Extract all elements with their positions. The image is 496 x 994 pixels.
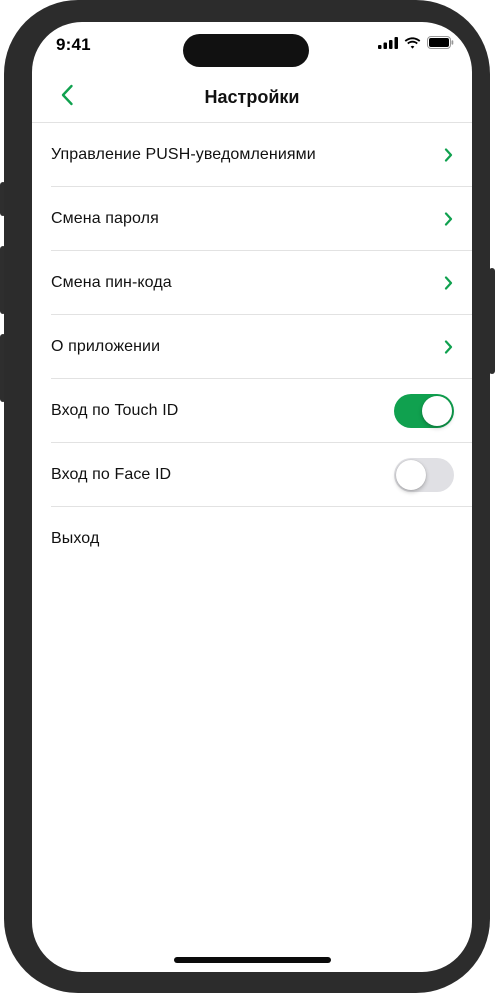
chevron-right-icon [442,147,454,163]
logout-label: Выход [51,529,100,547]
dynamic-island [183,34,309,67]
status-icons [378,36,454,54]
settings-item-label: Смена пароля [51,209,159,227]
settings-item-touch-id: Вход по Touch ID [51,379,472,443]
signal-icon [378,36,398,54]
settings-item-face-id: Вход по Face ID [51,443,472,507]
settings-item-label: Смена пин-кода [51,273,172,291]
home-indicator[interactable] [174,957,331,963]
settings-item-label: О приложении [51,337,161,355]
settings-item-label: Управление PUSH-уведомлениями [51,145,316,163]
page-title: Настройки [204,87,300,107]
chevron-right-icon [442,339,454,355]
chevron-right-icon [442,211,454,227]
touch-id-toggle[interactable] [394,393,454,428]
wifi-icon [404,36,421,54]
settings-item-about-app[interactable]: О приложении [51,315,472,379]
settings-item-change-password[interactable]: Смена пароля [51,187,472,251]
settings-item-label: Вход по Face ID [51,465,172,483]
toggle-knob [396,459,426,490]
chevron-right-icon [442,275,454,291]
status-bar: 9:41 [32,22,472,72]
settings-list: Управление PUSH-уведомлениями Смена паро… [32,123,472,570]
settings-item-push-notifications[interactable]: Управление PUSH-уведомлениями [51,123,472,187]
battery-icon [427,36,454,54]
navigation-bar: Настройки [32,72,472,123]
toggle-knob [422,395,452,426]
status-time: 9:41 [56,35,91,54]
screen: 9:41 Настройки Управление PUSH-уведомлен… [32,22,472,972]
settings-item-label: Вход по Touch ID [51,401,179,419]
face-id-toggle[interactable] [394,457,454,492]
settings-item-change-pin[interactable]: Смена пин-кода [51,251,472,315]
phone-frame: 9:41 Настройки Управление PUSH-уведомлен… [4,0,490,993]
settings-item-logout[interactable]: Выход [51,507,472,570]
